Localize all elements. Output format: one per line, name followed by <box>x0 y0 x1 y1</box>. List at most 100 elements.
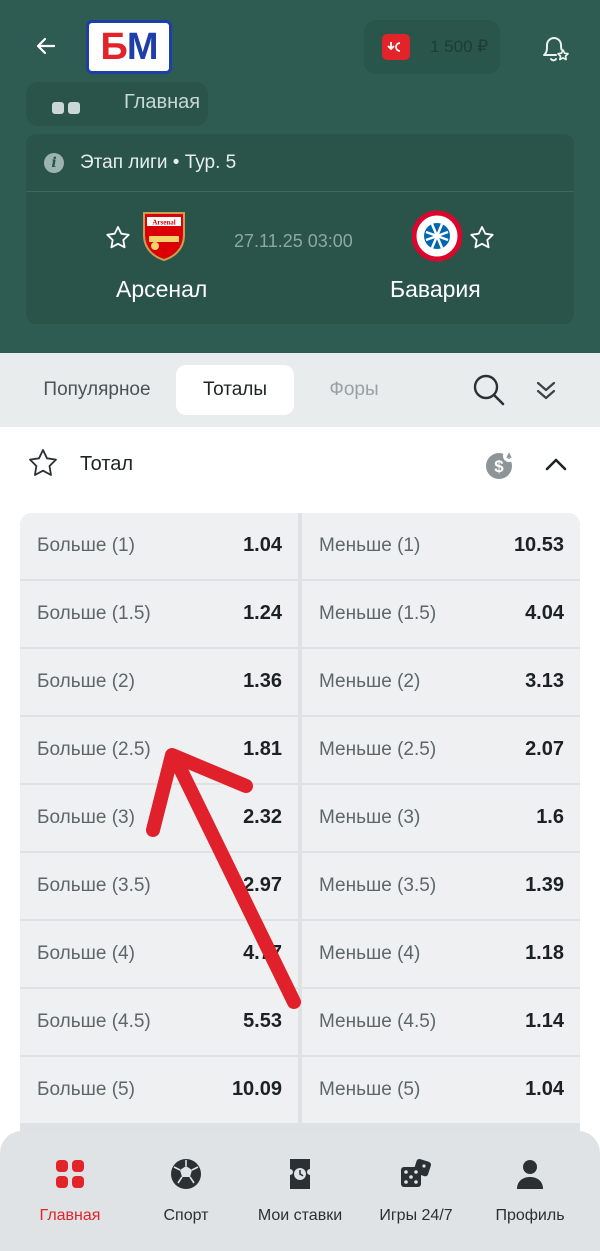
arsenal-crest-icon: Arsenal <box>143 212 185 262</box>
under-odds-value: 1.6 <box>536 806 564 828</box>
home-team-name: Арсенал <box>116 276 208 302</box>
balance-amount: 1 500 ₽ <box>430 37 489 56</box>
nav-games[interactable]: Игры 24/7 <box>356 1131 476 1251</box>
over-odds-button[interactable]: Больше (2) 1.36 <box>20 649 298 715</box>
under-odds-button[interactable]: Меньше (3) 1.6 <box>302 785 580 851</box>
odds-row: Больше (2.5) 1.81 Меньше (2.5) 2.07 <box>20 717 580 785</box>
over-odds-button[interactable]: Больше (5) 10.09 <box>20 1057 298 1123</box>
nav-home[interactable]: Главная <box>10 1131 130 1251</box>
info-icon[interactable]: i <box>44 152 64 173</box>
arrow-left-icon <box>36 37 56 55</box>
over-odds-button[interactable]: Больше (3.5) 2.97 <box>20 853 298 919</box>
over-odds-value: 1.04 <box>243 534 282 556</box>
under-odds-button[interactable]: Меньше (3.5) 1.39 <box>302 853 580 919</box>
over-label: Больше (4) <box>37 943 135 964</box>
under-odds-button[interactable]: Меньше (1) 10.53 <box>302 513 580 579</box>
under-odds-button[interactable]: Меньше (2) 3.13 <box>302 649 580 715</box>
over-label: Больше (4.5) <box>37 1011 151 1032</box>
nav-sport[interactable]: Спорт <box>126 1131 246 1251</box>
nav-home-label: Главная <box>39 1207 101 1224</box>
back-button[interactable] <box>28 28 64 64</box>
odds-row: Больше (4) 4.77 Меньше (4) 1.18 <box>20 921 580 989</box>
odds-row: Больше (2) 1.36 Меньше (2) 3.13 <box>20 649 580 717</box>
section-chip-label: Главная <box>124 91 201 113</box>
under-odds-button[interactable]: Меньше (2.5) 2.07 <box>302 717 580 783</box>
favorite-home-star-icon[interactable] <box>104 224 132 252</box>
nav-games-label: Игры 24/7 <box>379 1207 453 1224</box>
match-card: i Этап лиги • Тур. 5 Arsenal Арсенал 27.… <box>26 134 574 324</box>
over-odds-value: 4.77 <box>243 942 282 964</box>
tab-popular[interactable]: Популярное <box>20 365 174 415</box>
nav-my-bets-label: Мои ставки <box>257 1207 343 1224</box>
bm-logo[interactable]: БМ <box>86 20 172 74</box>
under-label: Меньше (3.5) <box>319 875 437 896</box>
away-team-name: Бавария <box>390 276 481 302</box>
over-odds-value: 10.09 <box>231 1078 282 1100</box>
cashout-coin-icon[interactable]: $ <box>484 449 516 481</box>
odds-row: Больше (1.5) 1.24 Меньше (1.5) 4.04 <box>20 581 580 649</box>
over-odds-button[interactable]: Больше (1.5) 1.24 <box>20 581 298 647</box>
under-odds-value: 1.39 <box>525 874 564 896</box>
over-odds-button[interactable]: Больше (2.5) 1.81 <box>20 717 298 783</box>
nav-sport-label: Спорт <box>163 1207 209 1224</box>
under-label: Меньше (3) <box>319 807 421 828</box>
dice-icon <box>401 1158 431 1187</box>
nav-my-bets[interactable]: Мои ставки <box>240 1131 360 1251</box>
odds-row: Больше (1) 1.04 Меньше (1) 10.53 <box>20 513 580 581</box>
over-odds-value: 2.97 <box>243 874 282 896</box>
section-chip-main[interactable]: Главная <box>26 82 208 126</box>
under-odds-value: 1.04 <box>525 1078 564 1100</box>
odds-row: Больше (4.5) 5.53 Меньше (4.5) 1.14 <box>20 989 580 1057</box>
under-odds-button[interactable]: Меньше (1.5) 4.04 <box>302 581 580 647</box>
under-odds-value: 4.04 <box>525 602 564 624</box>
under-label: Меньше (2.5) <box>319 739 437 760</box>
grid-icon <box>52 102 80 114</box>
svg-text:$: $ <box>494 457 504 476</box>
match-stage-row: i Этап лиги • Тур. 5 <box>26 134 574 192</box>
over-odds-button[interactable]: Больше (4.5) 5.53 <box>20 989 298 1055</box>
tab-totals[interactable]: Тоталы <box>176 365 294 415</box>
logo-letter-b: Б <box>100 25 128 68</box>
search-icon[interactable] <box>470 371 508 409</box>
over-label: Больше (2.5) <box>37 739 151 760</box>
under-odds-button[interactable]: Меньше (4.5) 1.14 <box>302 989 580 1055</box>
favorite-market-star-icon[interactable] <box>26 447 60 481</box>
under-label: Меньше (4.5) <box>319 1011 437 1032</box>
over-odds-value: 5.53 <box>243 1010 282 1032</box>
svg-text:Arsenal: Arsenal <box>152 219 175 227</box>
nav-profile[interactable]: Профиль <box>470 1131 590 1251</box>
over-odds-button[interactable]: Больше (4) 4.77 <box>20 921 298 987</box>
collapse-all-icon[interactable] <box>530 375 562 407</box>
under-label: Меньше (2) <box>319 671 421 692</box>
tab-handicaps[interactable]: Форы <box>300 365 408 415</box>
notifications-button[interactable] <box>532 26 576 70</box>
under-label: Меньше (1.5) <box>319 603 437 624</box>
over-label: Больше (3.5) <box>37 875 151 896</box>
market-title: Тотал <box>80 453 134 475</box>
balance-button[interactable]: 1 500 ₽ <box>364 20 500 74</box>
over-odds-button[interactable]: Больше (3) 2.32 <box>20 785 298 851</box>
odds-row: Больше (3) 2.32 Меньше (3) 1.6 <box>20 785 580 853</box>
under-label: Меньше (5) <box>319 1079 421 1100</box>
over-odds-value: 1.36 <box>243 670 282 692</box>
over-odds-button[interactable]: Больше (1) 1.04 <box>20 513 298 579</box>
odds-row: Больше (3.5) 2.97 Меньше (3.5) 1.39 <box>20 853 580 921</box>
wallet-icon <box>382 34 410 60</box>
over-label: Больше (5) <box>37 1079 135 1100</box>
favorite-away-star-icon[interactable] <box>468 224 496 252</box>
logo-letter-m: М <box>126 25 159 68</box>
nav-profile-label: Профиль <box>495 1207 565 1224</box>
soccer-ball-icon <box>171 1159 201 1189</box>
under-odds-button[interactable]: Меньше (5) 1.04 <box>302 1057 580 1123</box>
bell-star-icon <box>543 37 569 62</box>
match-datetime: 27.11.25 03:00 <box>234 231 353 251</box>
chevron-up-icon[interactable] <box>540 449 572 481</box>
market-header[interactable]: Тотал $ <box>0 427 600 503</box>
over-label: Больше (1) <box>37 535 135 556</box>
under-odds-value: 1.14 <box>525 1010 564 1032</box>
grid-icon <box>56 1160 84 1188</box>
over-odds-value: 1.81 <box>243 738 282 760</box>
over-label: Больше (1.5) <box>37 603 151 624</box>
bayern-crest-icon <box>412 210 462 262</box>
under-odds-button[interactable]: Меньше (4) 1.18 <box>302 921 580 987</box>
